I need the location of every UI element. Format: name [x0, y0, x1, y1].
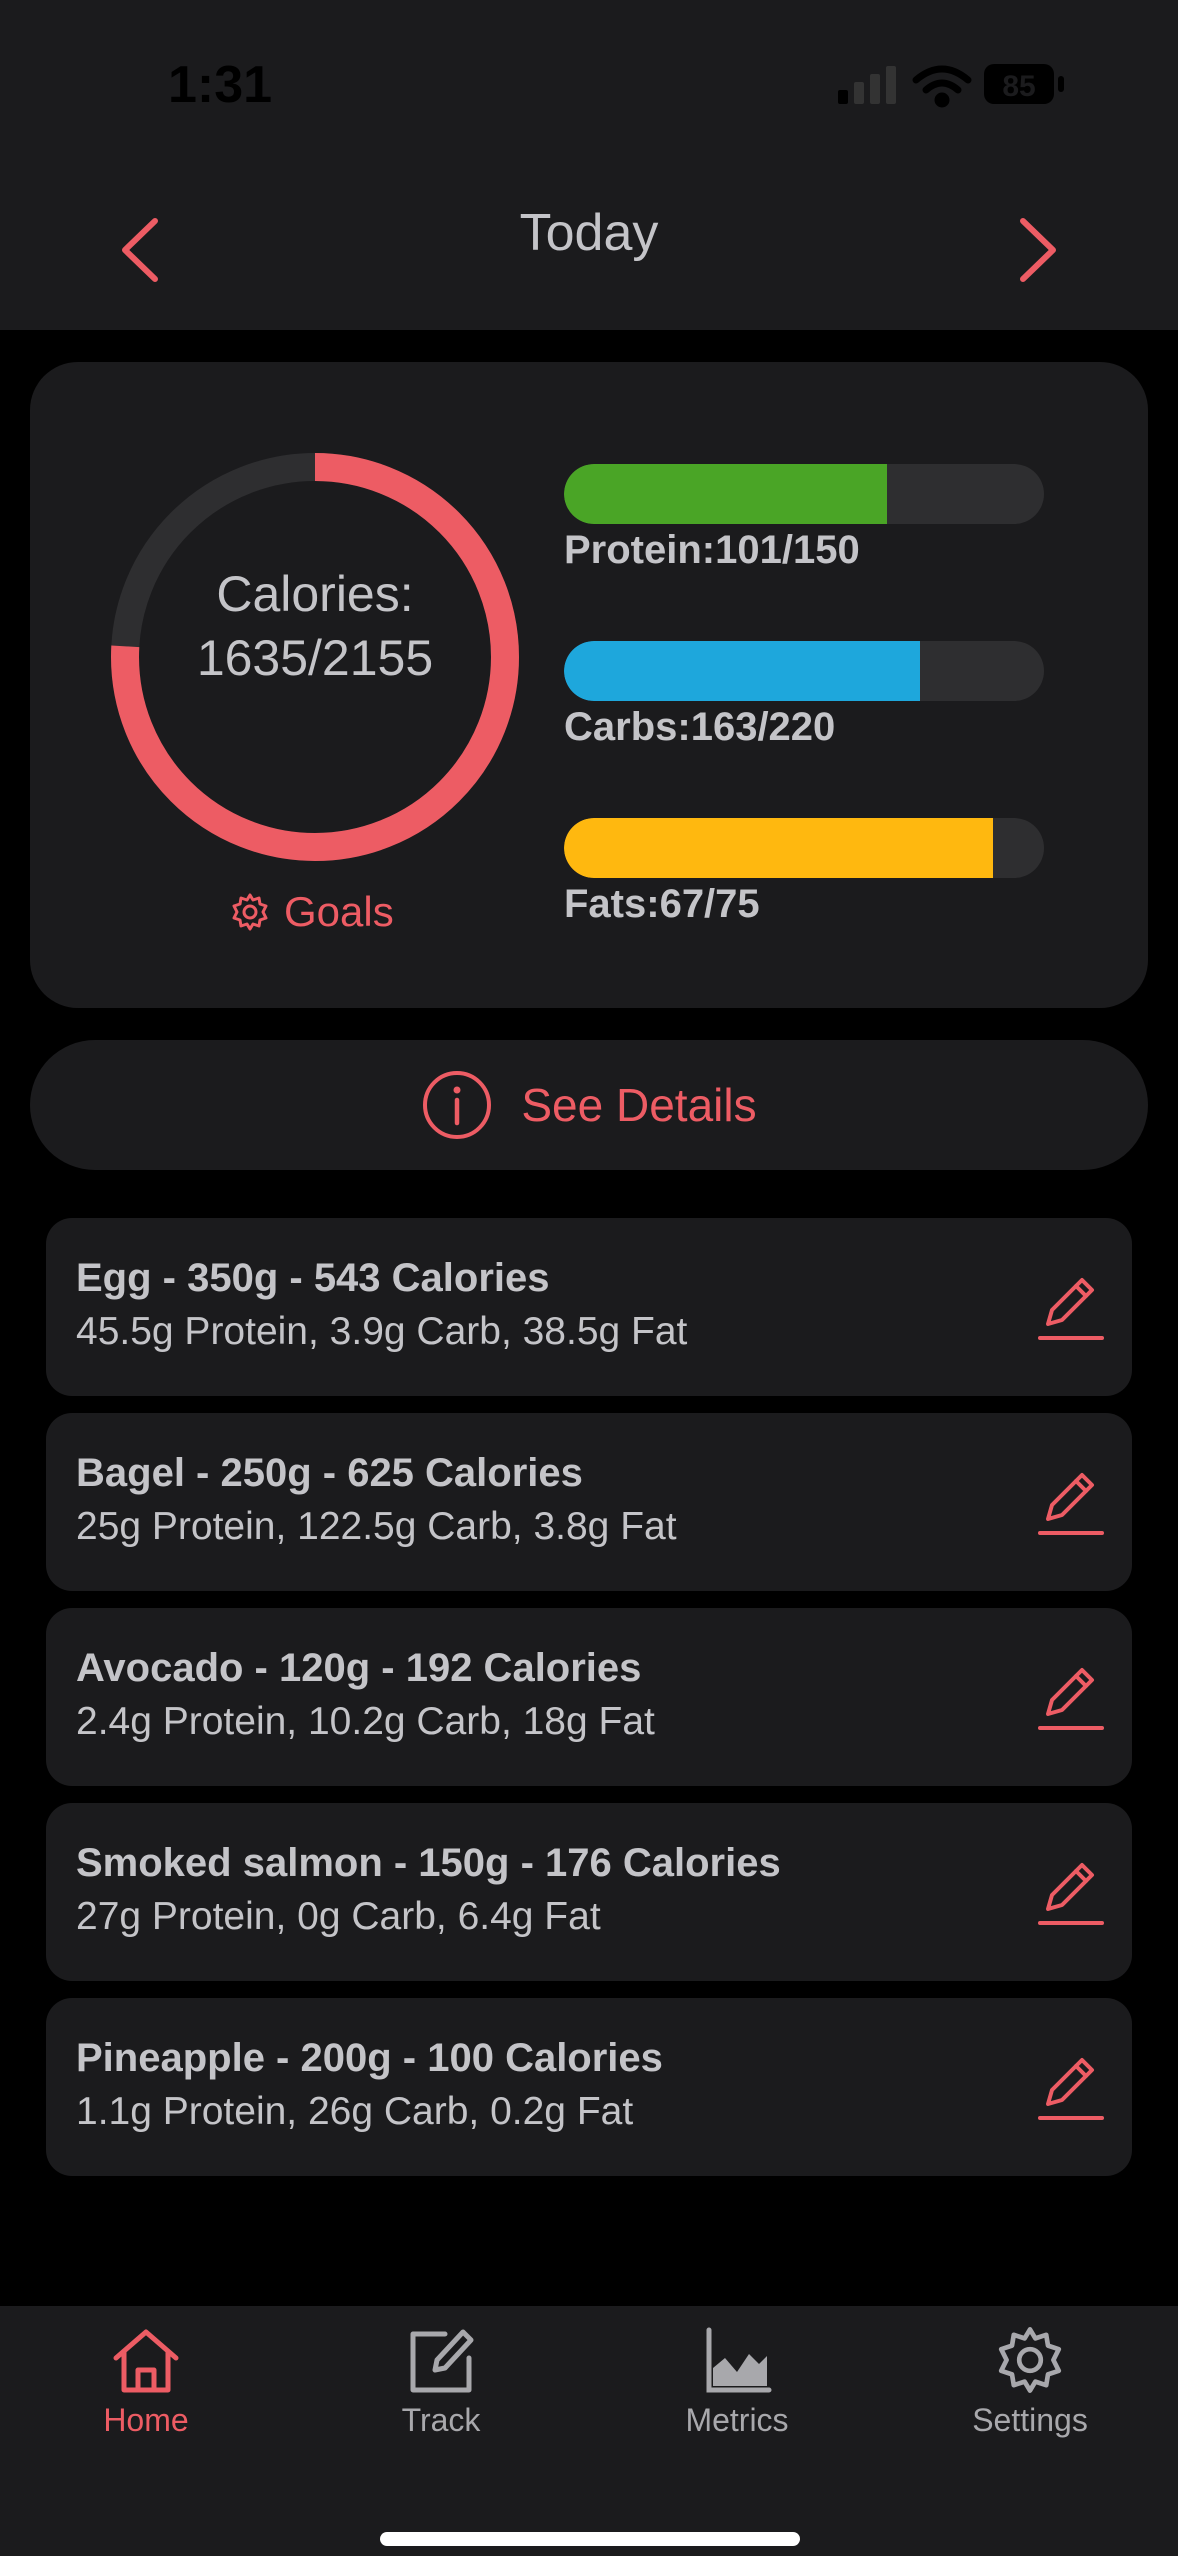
carbs-bar-fill	[564, 641, 920, 701]
carbs-bar-track	[564, 641, 1044, 701]
food-entry[interactable]: Egg - 350g - 543 Calories 45.5g Protein,…	[46, 1218, 1132, 1396]
see-details-button[interactable]: See Details	[30, 1040, 1148, 1170]
calories-readout: Calories: 1635/2155	[110, 562, 520, 690]
wifi-icon	[912, 65, 972, 108]
settings-icon	[998, 2327, 1062, 2393]
food-entry-title: Pineapple - 200g - 100 Calories	[76, 2036, 663, 2080]
fats-progress: Fats:67/75	[564, 818, 1044, 927]
see-details-label: See Details	[521, 1079, 757, 1131]
protein-bar-fill	[564, 464, 888, 524]
home-indicator	[380, 2532, 800, 2546]
status-icons: 85	[838, 60, 1078, 115]
chevron-right-icon	[1020, 218, 1056, 282]
track-icon	[410, 2329, 474, 2393]
daily-summary-card: Calories: 1635/2155 Goals Protein:101/15…	[30, 362, 1148, 1008]
protein-label: Protein:101/150	[564, 528, 860, 572]
tab-settings-label: Settings	[972, 2402, 1088, 2438]
signal-icon	[838, 66, 896, 104]
tab-track[interactable]: Track	[341, 2324, 541, 2484]
status-time: 1:31	[168, 56, 273, 114]
battery-icon: 85	[984, 64, 1064, 104]
tab-metrics-label: Metrics	[685, 2402, 789, 2438]
battery-level: 85	[1002, 70, 1035, 103]
tab-home[interactable]: Home	[46, 2324, 246, 2484]
tab-home-label: Home	[103, 2402, 189, 2438]
food-entry[interactable]: Smoked salmon - 150g - 176 Calories 27g …	[46, 1803, 1132, 1981]
food-entry[interactable]: Pineapple - 200g - 100 Calories 1.1g Pro…	[46, 1998, 1132, 2176]
protein-progress: Protein:101/150	[564, 464, 1044, 573]
calories-value: 1635/2155	[196, 630, 434, 686]
food-entry-macros: 1.1g Protein, 26g Carb, 0.2g Fat	[76, 2090, 634, 2133]
carbs-progress: Carbs:163/220	[564, 641, 1044, 750]
info-icon	[423, 1071, 492, 1139]
edit-pencil-icon[interactable]	[1036, 2054, 1106, 2124]
protein-bar-track	[564, 464, 1044, 524]
date-header: Today	[0, 170, 1178, 330]
goals-label: Goals	[284, 888, 394, 935]
edit-pencil-icon[interactable]	[1036, 1274, 1106, 1344]
food-entry[interactable]: Bagel - 250g - 625 Calories 25g Protein,…	[46, 1413, 1132, 1591]
fats-label: Fats:67/75	[564, 882, 760, 926]
edit-pencil-icon[interactable]	[1036, 1664, 1106, 1734]
carbs-label: Carbs:163/220	[564, 705, 836, 749]
food-entry-title: Avocado - 120g - 192 Calories	[76, 1646, 642, 1690]
edit-pencil-icon[interactable]	[1036, 1859, 1106, 1929]
calories-label: Calories:	[216, 566, 414, 622]
tab-settings[interactable]: Settings	[930, 2324, 1130, 2484]
food-entry-macros: 25g Protein, 122.5g Carb, 3.8g Fat	[76, 1505, 677, 1548]
fats-bar-fill	[564, 818, 993, 878]
tab-bar: Home Track Metrics Settings	[0, 2306, 1178, 2556]
metrics-icon	[706, 2327, 772, 2393]
food-entry-title: Bagel - 250g - 625 Calories	[76, 1451, 583, 1495]
food-entry-title: Egg - 350g - 543 Calories	[76, 1256, 550, 1300]
edit-pencil-icon[interactable]	[1036, 1469, 1106, 1539]
tab-track-label: Track	[401, 2402, 481, 2438]
tab-metrics[interactable]: Metrics	[637, 2324, 837, 2484]
food-entry-title: Smoked salmon - 150g - 176 Calories	[76, 1841, 781, 1885]
gear-icon	[232, 893, 268, 931]
food-entry[interactable]: Avocado - 120g - 192 Calories 2.4g Prote…	[46, 1608, 1132, 1786]
status-bar: 1:31 85	[0, 0, 1178, 170]
next-day-button[interactable]	[988, 200, 1088, 300]
home-icon	[113, 2329, 179, 2393]
fats-bar-track	[564, 818, 1044, 878]
food-entry-macros: 27g Protein, 0g Carb, 6.4g Fat	[76, 1895, 601, 1938]
goals-button[interactable]: Goals	[230, 882, 394, 942]
food-entry-macros: 2.4g Protein, 10.2g Carb, 18g Fat	[76, 1700, 655, 1743]
food-entry-macros: 45.5g Protein, 3.9g Carb, 38.5g Fat	[76, 1310, 688, 1353]
